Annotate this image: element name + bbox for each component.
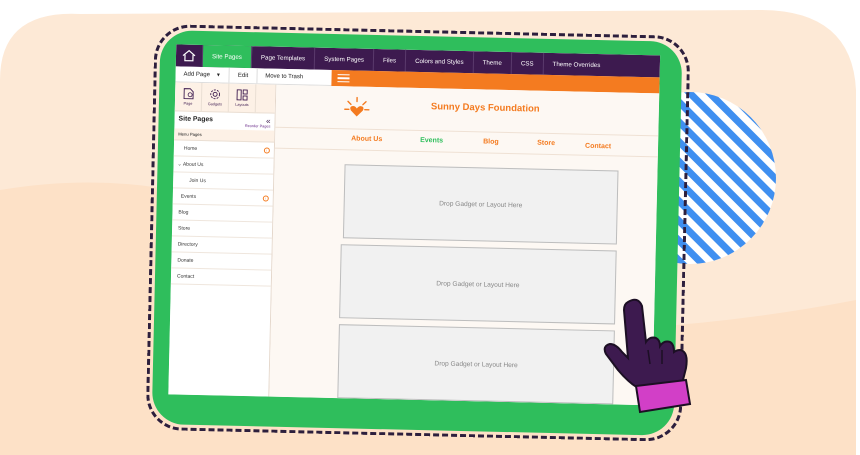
sidebar-item-label: Donate [177, 257, 194, 264]
nav-events[interactable]: Events [420, 137, 443, 145]
pointing-hand-icon [603, 298, 692, 414]
page-tool-label: Page [183, 101, 193, 106]
chevron-down-icon: ▼ [215, 71, 221, 78]
sidebar-title: Site Pages [178, 115, 214, 124]
sidebar-item-label: Home [183, 145, 198, 152]
chevron-down-icon[interactable]: ⌄ [177, 161, 181, 167]
sidebar-item-contact[interactable]: Contact [170, 268, 272, 287]
gadgets-tool[interactable]: Gadgets [201, 83, 230, 112]
nav-store[interactable]: Store [537, 140, 555, 147]
tab-css[interactable]: CSS [511, 52, 544, 75]
cms-screen: Site Pages Page Templates System Pages F… [168, 44, 661, 406]
tab-system-pages[interactable]: System Pages [314, 47, 375, 71]
nav-blog[interactable]: Blog [483, 138, 499, 145]
drop-zone[interactable]: Drop Gadget or Layout Here [342, 164, 619, 245]
tab-page-templates[interactable]: Page Templates [251, 46, 316, 70]
info-icon[interactable]: i [263, 146, 270, 154]
tab-files[interactable]: Files [373, 48, 407, 72]
drop-zone[interactable]: Drop Gadget or Layout Here [339, 244, 617, 325]
sidebar-item-text: About Us [182, 161, 204, 168]
layout-icon [236, 89, 248, 101]
gadgets-tool-label: Gadgets [207, 102, 223, 107]
page-icon [183, 88, 194, 100]
home-icon [182, 49, 196, 62]
sidebar-item-label: Join Us [189, 177, 206, 184]
edit-button[interactable]: Edit [229, 67, 258, 84]
layouts-tool-label: Layouts [235, 102, 249, 108]
move-to-trash-button[interactable]: Move to Trash [257, 68, 311, 84]
sidebar-item-label: Directory [177, 241, 198, 248]
sidebar-item-label: Events [180, 193, 197, 200]
sun-heart-icon [344, 96, 370, 117]
sidebar-header-actions: « Reorder Pages [245, 116, 271, 129]
gear-icon [210, 89, 220, 100]
info-icon[interactable]: i [262, 194, 269, 202]
sidebar-item-label: Store [178, 225, 191, 232]
nav-contact[interactable]: Contact [585, 143, 611, 151]
sidebar-tools: Page Gadgets Layouts [174, 82, 276, 114]
sidebar-item-label: Contact [176, 272, 195, 280]
site-navigation: About Us Events Blog Store Contact [274, 126, 659, 158]
tab-theme[interactable]: Theme [473, 51, 513, 75]
add-page-label: Add Page [183, 71, 211, 78]
sidebar: Page Gadgets Layouts Site Pages « Reorde… [168, 82, 277, 397]
nav-about-us[interactable]: About Us [351, 135, 382, 143]
tab-theme-overrides[interactable]: Theme Overrides [543, 53, 609, 76]
hamburger-icon[interactable] [337, 74, 350, 83]
tab-colors-and-styles[interactable]: Colors and Styles [405, 49, 474, 74]
home-button[interactable] [175, 44, 204, 68]
add-page-button[interactable]: Add Page ▼ [175, 66, 231, 83]
site-title: Sunny Days Foundation [430, 101, 540, 115]
reorder-pages-link[interactable]: Reorder Pages [245, 124, 271, 129]
sidebar-item-label: Blog [178, 209, 189, 216]
tab-site-pages[interactable]: Site Pages [202, 45, 253, 69]
page-tool[interactable]: Page [174, 82, 203, 112]
sidebar-item-label: ⌄ About Us [173, 161, 203, 168]
layouts-tool[interactable]: Layouts [228, 83, 257, 113]
drop-zone[interactable]: Drop Gadget or Layout Here [337, 324, 615, 405]
